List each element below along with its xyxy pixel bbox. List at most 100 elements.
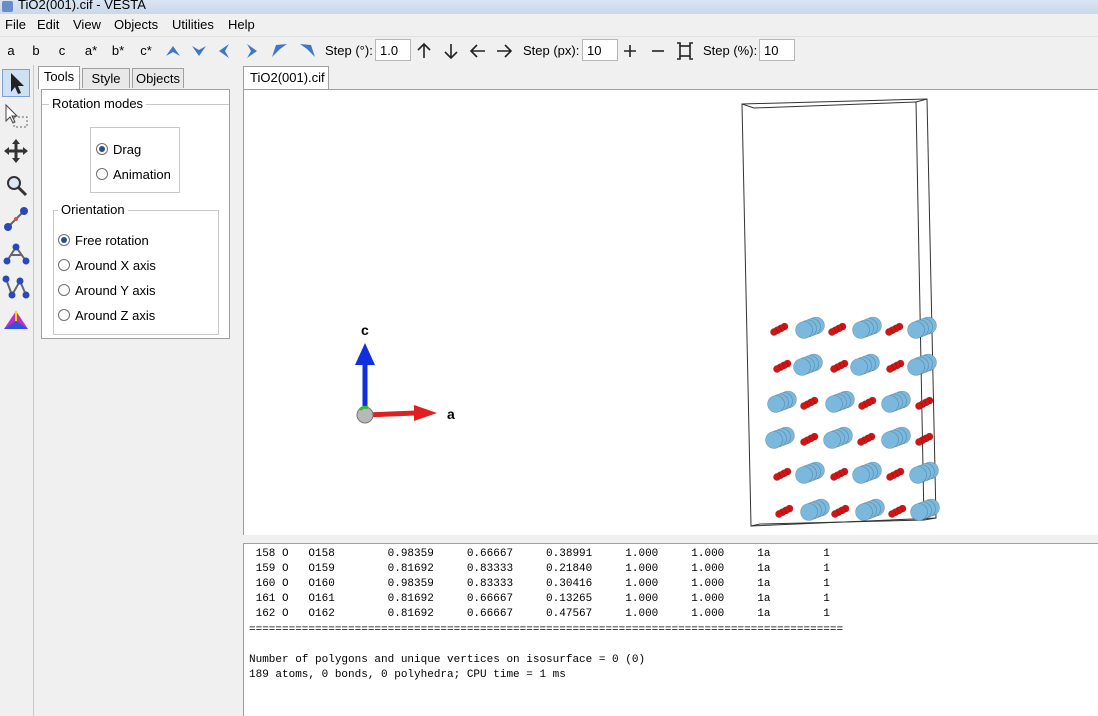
view-b-button[interactable]: b	[29, 41, 43, 61]
radio-around-z[interactable]: Around Z axis	[58, 308, 155, 323]
menu-help[interactable]: Help	[228, 17, 255, 32]
menu-utilities[interactable]: Utilities	[172, 17, 214, 32]
move-down-icon[interactable]	[444, 44, 458, 60]
rotate-up-icon[interactable]	[166, 46, 180, 56]
ti-atom	[909, 466, 927, 484]
console-summary-2: 189 atoms, 0 bonds, 0 polyhedra; CPU tim…	[249, 669, 566, 681]
step-px-input[interactable]	[582, 39, 618, 61]
o-atom	[775, 510, 783, 518]
tab-style[interactable]: Style	[82, 68, 130, 88]
translate-tool-button[interactable]	[2, 137, 30, 165]
console-row: 159 O O159 0.81692 0.83333 0.21840 1.000…	[249, 563, 837, 575]
angle-tool-button[interactable]	[2, 239, 30, 267]
menu-file[interactable]: File	[5, 17, 26, 32]
o-atom	[773, 365, 781, 373]
title-bar: TiO2(001).cif - VESTA	[0, 0, 1098, 14]
ti-atom	[825, 395, 843, 413]
step-pct-input[interactable]	[759, 39, 795, 61]
ti-atom	[852, 466, 870, 484]
structure-canvas[interactable]: c a	[244, 90, 1097, 534]
o-atom	[915, 402, 923, 410]
radio-free-rotation[interactable]: Free rotation	[58, 233, 149, 248]
rotate-down-icon[interactable]	[192, 46, 206, 56]
o-atom	[831, 510, 839, 518]
zoom-in-icon[interactable]	[624, 45, 636, 57]
radio-drag[interactable]: Drag	[96, 142, 141, 157]
ti-atom	[795, 321, 813, 339]
axis-indicator: c a	[355, 322, 455, 424]
radio-around-y[interactable]: Around Y axis	[58, 283, 155, 298]
ti-atom	[765, 431, 783, 449]
ti-atom	[850, 358, 868, 376]
menu-bar: File Edit View Objects Utilities Help	[0, 14, 1098, 37]
radio-animation[interactable]: Animation	[96, 167, 171, 182]
tools-tab-body: Rotation modes Drag Animation Orientatio…	[41, 89, 230, 339]
o-atom	[800, 402, 808, 410]
view-a-star-button[interactable]: a*	[80, 41, 102, 61]
toolbar: a b c a* b* c* Step (°): Step (px):	[0, 37, 1098, 65]
o-atom	[830, 473, 838, 481]
fit-to-screen-icon[interactable]	[677, 42, 693, 60]
splitter[interactable]	[243, 535, 1098, 543]
tab-objects[interactable]: Objects	[132, 68, 184, 88]
unit-cell	[741, 98, 937, 527]
lattice-plane-icon	[4, 311, 28, 329]
tab-tools[interactable]: Tools	[38, 66, 80, 89]
distance-tool-button[interactable]	[2, 205, 30, 233]
ti-atom	[823, 431, 841, 449]
lattice-plane-tool-button[interactable]	[2, 307, 30, 335]
radio-around-z-dot	[58, 309, 70, 321]
ti-atom	[907, 321, 925, 339]
view-b-star-button[interactable]: b*	[107, 41, 129, 61]
o-atom	[828, 328, 836, 336]
tool-strip	[0, 65, 34, 716]
magnifier-icon	[7, 176, 28, 197]
rotation-mode-box	[90, 127, 180, 193]
rotate-ccw-icon[interactable]	[272, 44, 287, 57]
translate-arrows	[417, 42, 513, 60]
ti-atom	[855, 503, 873, 521]
magnify-tool-button[interactable]	[2, 171, 30, 199]
step-deg-input[interactable]	[375, 39, 411, 61]
ti-atom	[795, 466, 813, 484]
structure-viewport[interactable]: c a	[243, 89, 1098, 535]
move-left-icon[interactable]	[469, 44, 485, 58]
ti-atom	[881, 395, 899, 413]
view-a-button[interactable]: a	[4, 41, 18, 61]
orientation-title: Orientation	[58, 202, 128, 217]
console-row: 158 O O158 0.98359 0.66667 0.38991 1.000…	[249, 548, 837, 560]
document-tab[interactable]: TiO2(001).cif	[243, 66, 329, 89]
o-atom	[830, 365, 838, 373]
menu-objects[interactable]: Objects	[114, 17, 158, 32]
box-select-icon	[5, 103, 28, 128]
dihedral-icon	[2, 275, 30, 299]
select-tool-button[interactable]	[2, 69, 30, 97]
o-atom	[773, 473, 781, 481]
rotate-cw-icon[interactable]	[300, 44, 315, 57]
step-px-label: Step (px):	[523, 43, 580, 58]
radio-animation-dot	[96, 168, 108, 180]
a-axis-label: a	[447, 406, 455, 422]
menu-edit[interactable]: Edit	[37, 17, 59, 32]
menu-view[interactable]: View	[73, 17, 101, 32]
dihedral-tool-button[interactable]	[2, 273, 30, 301]
o-atom	[800, 438, 808, 446]
output-console[interactable]: 158 O O158 0.98359 0.66667 0.38991 1.000…	[243, 543, 1098, 716]
rotate-left-icon[interactable]	[219, 44, 229, 58]
move-right-icon[interactable]	[497, 44, 513, 58]
view-c-star-button[interactable]: c*	[135, 41, 157, 61]
o-atom	[915, 438, 923, 446]
radio-around-x[interactable]: Around X axis	[58, 258, 156, 273]
angle-icon	[3, 243, 30, 265]
radio-around-y-dot	[58, 284, 70, 296]
o-atom	[888, 510, 896, 518]
box-select-tool-button[interactable]	[2, 103, 30, 131]
ti-atom	[800, 503, 818, 521]
side-panel: Tools Style Objects Rotation modes Drag …	[35, 66, 236, 716]
move-up-icon[interactable]	[417, 42, 431, 58]
console-row: 162 O O162 0.81692 0.66667 0.47567 1.000…	[249, 608, 837, 620]
ti-atom	[767, 395, 785, 413]
view-c-button[interactable]: c	[55, 41, 69, 61]
distance-icon	[4, 207, 28, 231]
rotate-right-icon[interactable]	[247, 44, 257, 58]
